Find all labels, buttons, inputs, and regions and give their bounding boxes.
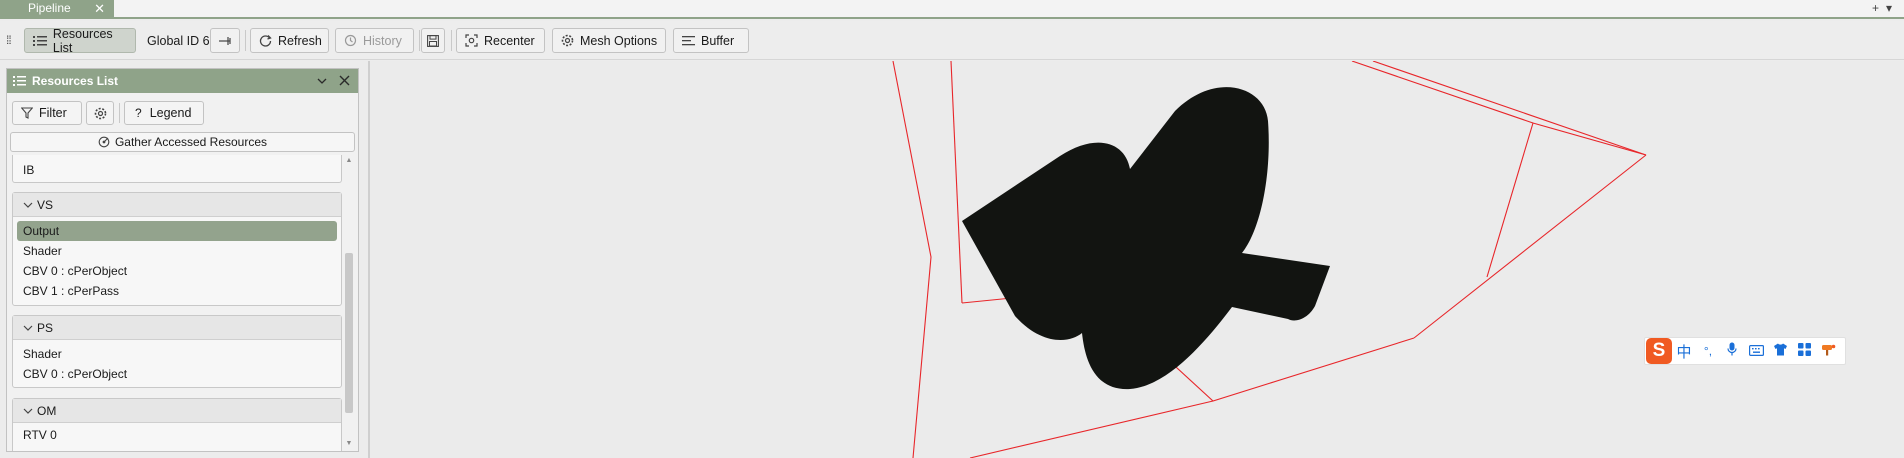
apps-icon[interactable]: [1792, 342, 1816, 360]
group-title-om: OM: [37, 404, 57, 418]
group-vs: VS Output Shader CBV 0 : cPerObject CBV …: [12, 192, 342, 306]
filter-button[interactable]: Filter: [12, 101, 82, 125]
group-ib: IB: [12, 155, 342, 183]
hammer-icon[interactable]: [1816, 343, 1840, 360]
help-icon: ?: [135, 106, 142, 120]
group-header-om[interactable]: OM: [13, 399, 341, 423]
close-icon[interactable]: [339, 75, 350, 86]
scrollbar-thumb[interactable]: [345, 253, 353, 413]
settings-button[interactable]: [86, 101, 114, 125]
panel-header: Resources List: [7, 69, 358, 93]
scroll-down-icon[interactable]: ▼: [344, 440, 354, 447]
group-header-vs[interactable]: VS: [13, 193, 341, 217]
buffer-button[interactable]: Buffer: [673, 28, 749, 53]
chevron-down-icon: [23, 408, 33, 414]
chevron-down-icon: [23, 202, 33, 208]
toolbar: ⁞⁞ Resources List Global ID 6 Refresh Hi…: [0, 21, 1904, 60]
list-item-output[interactable]: Output: [17, 221, 337, 241]
chevron-down-icon[interactable]: [317, 77, 327, 85]
save-icon: [427, 34, 439, 47]
buffer-label: Buffer: [701, 33, 735, 48]
refresh-label: Refresh: [278, 33, 322, 48]
resources-tree: IB VS Output Shader CBV 0 : cPerObject C…: [7, 155, 353, 451]
tab-close-icon[interactable]: ✕: [94, 0, 105, 17]
tab-pipeline[interactable]: Pipeline ✕: [0, 0, 114, 17]
toolbar-separator: [419, 30, 420, 51]
add-tab-icon[interactable]: +: [1872, 1, 1879, 15]
tab-menu-icon[interactable]: ▾: [1886, 1, 1892, 15]
mesh-render: [892, 60, 1647, 458]
pin-icon: [219, 36, 231, 45]
chevron-down-icon: [23, 325, 33, 331]
tree-scrollbar[interactable]: ▲ ▼: [344, 157, 354, 447]
gather-icon: [98, 136, 110, 148]
resources-list-panel: Resources List Filter ? Legend Gather Ac…: [6, 68, 359, 452]
tab-title: Pipeline: [28, 1, 71, 15]
mesh-options-label: Mesh Options: [580, 33, 658, 48]
scroll-up-icon[interactable]: ▲: [344, 157, 354, 164]
group-title-vs: VS: [37, 198, 54, 212]
mic-icon[interactable]: [1720, 342, 1744, 360]
document-tabstrip: Pipeline ✕ + ▾: [0, 0, 1904, 19]
sogou-logo-icon[interactable]: S: [1646, 338, 1672, 364]
list-item-rtv0[interactable]: RTV 0: [17, 425, 337, 445]
toolbar-separator: [451, 30, 452, 51]
group-om: OM RTV 0: [12, 398, 342, 451]
global-id-label: Global ID 6: [147, 34, 210, 48]
toolbar-grip-icon[interactable]: ⁞⁞: [6, 33, 12, 47]
panel-toolbar-separator: [119, 103, 120, 123]
gather-label: Gather Accessed Resources: [114, 135, 268, 149]
legend-label: Legend: [149, 106, 192, 120]
legend-button[interactable]: ? Legend: [124, 101, 204, 125]
recenter-button[interactable]: Recenter: [456, 28, 545, 53]
mesh-shape: [962, 87, 1330, 390]
list-item-shader[interactable]: Shader: [17, 344, 337, 364]
refresh-icon: [259, 35, 272, 47]
history-button[interactable]: History: [335, 28, 414, 53]
save-button[interactable]: [421, 28, 445, 53]
group-title-ps: PS: [37, 321, 54, 335]
panel-title: Resources List: [32, 74, 119, 88]
gear-icon: [94, 107, 107, 119]
recenter-label: Recenter: [484, 33, 535, 48]
gather-accessed-resources-button[interactable]: Gather Accessed Resources: [10, 132, 355, 152]
history-icon: [344, 34, 357, 47]
recenter-icon: [465, 34, 478, 47]
buffer-icon: [682, 35, 695, 45]
keyboard-icon[interactable]: [1744, 343, 1768, 360]
group-header-ps[interactable]: PS: [13, 316, 341, 340]
chinese-mode-icon[interactable]: 中: [1672, 341, 1696, 362]
toolbar-separator: [245, 30, 246, 51]
pin-button[interactable]: [210, 28, 240, 53]
mesh-options-button[interactable]: Mesh Options: [552, 28, 666, 53]
resources-list-button[interactable]: Resources List: [24, 26, 136, 55]
punctuation-icon[interactable]: °,: [1696, 344, 1720, 358]
ime-toolbar: S 中 °,: [1644, 337, 1846, 365]
list-item-cbv0[interactable]: CBV 0 : cPerObject: [17, 261, 337, 281]
filter-icon: [21, 107, 33, 119]
refresh-button[interactable]: Refresh: [250, 28, 329, 53]
mesh-viewport[interactable]: [368, 60, 1904, 458]
resources-list-label: Resources List: [52, 26, 113, 55]
gear-icon: [561, 34, 574, 47]
list-item-cbv0[interactable]: CBV 0 : cPerObject: [17, 364, 337, 384]
list-item-shader[interactable]: Shader: [17, 241, 337, 261]
list-icon: [13, 76, 26, 86]
history-label: History: [363, 33, 402, 48]
group-ps: PS Shader CBV 0 : cPerObject: [12, 315, 342, 388]
list-item-ib[interactable]: IB: [17, 160, 337, 180]
shirt-icon[interactable]: [1768, 343, 1792, 360]
filter-label: Filter: [39, 106, 67, 120]
list-item-cbv1[interactable]: CBV 1 : cPerPass: [17, 281, 337, 301]
list-icon: [33, 35, 47, 46]
